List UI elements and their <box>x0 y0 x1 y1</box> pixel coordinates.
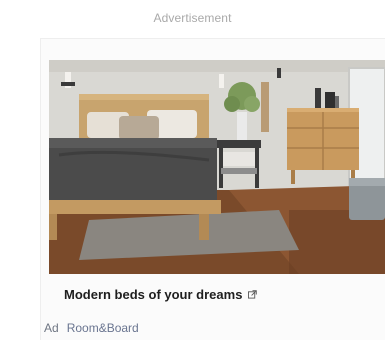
ad-headline: Modern beds of your dreams <box>64 287 243 302</box>
ad-image[interactable] <box>49 60 385 274</box>
external-link-icon <box>248 290 258 299</box>
ad-headline-link[interactable]: Modern beds of your dreams <box>64 287 258 302</box>
advertiser-link[interactable]: Room&Board <box>67 321 139 335</box>
advertisement-label: Advertisement <box>153 11 232 25</box>
ad-badge: Ad <box>44 321 59 335</box>
ad-footer: Ad Room&Board <box>44 321 139 335</box>
bedroom-photo <box>49 60 385 274</box>
